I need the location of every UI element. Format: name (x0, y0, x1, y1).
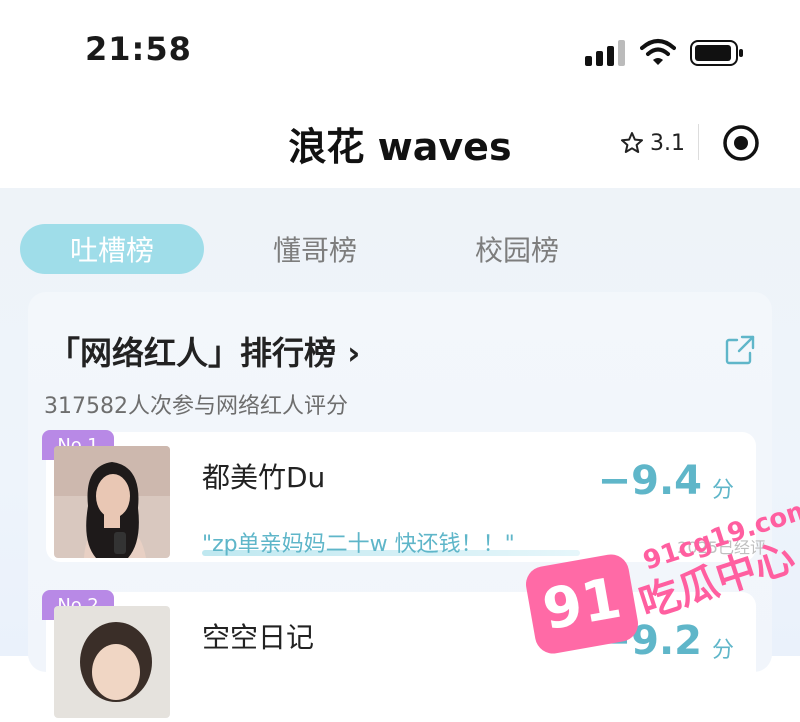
battery-icon (690, 40, 743, 66)
avatar (54, 446, 170, 558)
tab-dongge[interactable]: 懂哥榜 (250, 224, 380, 274)
ranking-subtitle: 317582人次参与网络红人评分 (44, 394, 348, 419)
tab-tucao[interactable]: 吐槽榜 (20, 224, 204, 274)
rating-value: 3.1 (650, 130, 685, 156)
ranking-title[interactable]: 「网络红人」排行榜 › (48, 328, 360, 374)
watermark-logo: 91 (523, 551, 641, 657)
item-name: 都美竹Du (202, 461, 326, 494)
nav-header: 浪花 waves 3.1 (0, 100, 800, 188)
share-icon[interactable] (724, 334, 756, 366)
rating-button[interactable]: 3.1 (620, 128, 685, 158)
divider (698, 124, 699, 160)
star-icon (621, 132, 643, 153)
item-score: −9.4 (597, 458, 702, 504)
score-unit: 分 (711, 638, 734, 663)
item-name: 空空日记 (202, 621, 315, 654)
status-bar: 21:58 (0, 0, 800, 100)
item-quote: "zp单亲妈妈二十w 快还钱！！" (202, 532, 515, 557)
tab-campus[interactable]: 校园榜 (452, 224, 582, 274)
avatar (54, 606, 170, 718)
score-unit: 分 (711, 478, 734, 503)
ranking-item[interactable]: No.1 都美竹Du "zp单亲妈妈二十w 快还钱！！" −9.4 分 2025… (42, 430, 766, 562)
cellular-signal-icon (585, 40, 627, 66)
target-icon[interactable] (722, 124, 760, 162)
status-time: 21:58 (85, 30, 192, 68)
wifi-icon (640, 39, 676, 65)
